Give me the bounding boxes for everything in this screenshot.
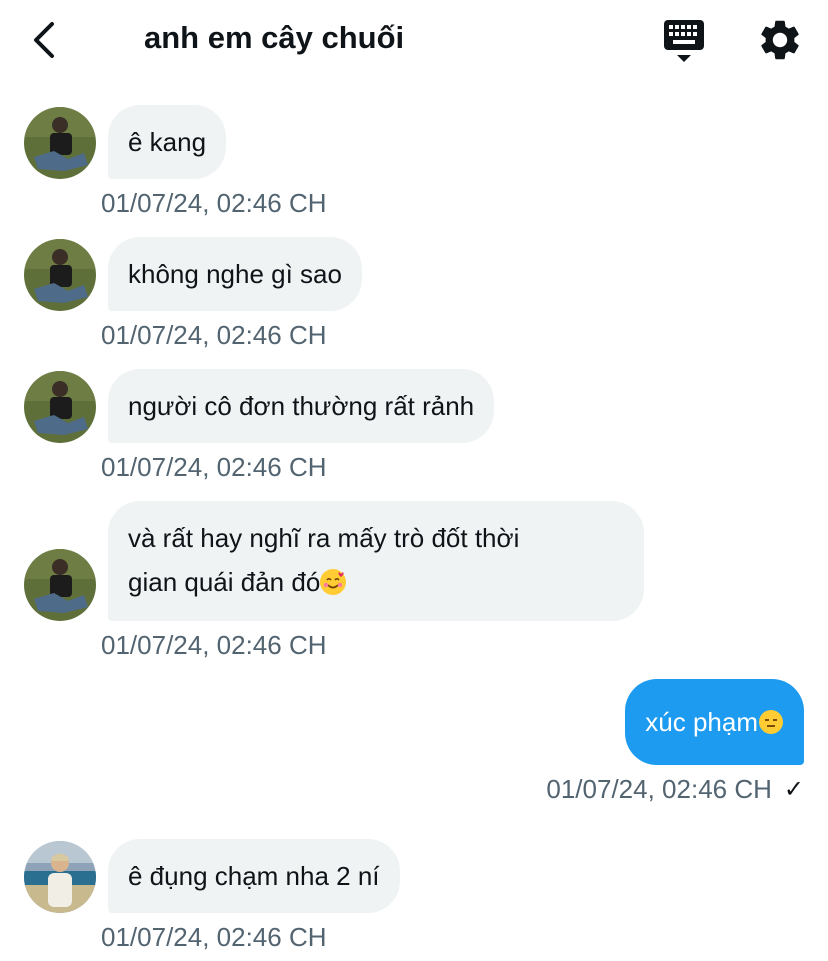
user-avatar-image	[24, 841, 96, 913]
avatar[interactable]	[24, 107, 96, 179]
message-text: xúc phạm	[645, 707, 758, 737]
message-timestamp: 01/07/24, 02:46 CH	[101, 922, 327, 952]
settings-button[interactable]	[756, 16, 804, 64]
user-avatar-image	[24, 371, 96, 443]
user-avatar-image	[24, 549, 96, 621]
message-bubble-outgoing[interactable]: xúc phạm	[625, 679, 804, 765]
avatar[interactable]	[24, 549, 96, 621]
message-bubble[interactable]: ê kang	[108, 105, 227, 179]
message-timestamp: 01/07/24, 02:46 CH	[101, 630, 327, 660]
chevron-left-icon	[34, 22, 54, 58]
message-text-line: và rất hay nghĩ ra mấy trò đốt thời	[128, 523, 520, 553]
message-text: không nghe gì sao	[128, 259, 342, 289]
chat-header: anh em cây chuối	[0, 0, 828, 80]
avatar[interactable]	[24, 371, 96, 443]
keyboard-icon	[664, 20, 704, 62]
message-timestamp-outgoing: 01/07/24, 02:46 CH ✓	[546, 774, 804, 805]
message-text: ê kang	[128, 127, 207, 157]
avatar[interactable]	[24, 841, 96, 913]
message-text: người cô đơn thường rất rảnh	[128, 391, 475, 421]
message-timestamp: 01/07/24, 02:46 CH	[101, 188, 327, 218]
message-bubble[interactable]: không nghe gì sao	[108, 237, 362, 311]
message-text: gian quái đản đó	[128, 567, 321, 597]
avatar[interactable]	[24, 239, 96, 311]
back-button[interactable]	[24, 16, 64, 64]
keyboard-button[interactable]	[660, 18, 708, 64]
message-timestamp: 01/07/24, 02:46 CH	[101, 452, 327, 482]
message-timestamp: 01/07/24, 02:46 CH	[546, 774, 772, 804]
message-timestamp: 01/07/24, 02:46 CH	[101, 320, 327, 350]
message-bubble[interactable]: người cô đơn thường rất rảnh	[108, 369, 495, 443]
sent-check-icon: ✓	[783, 776, 804, 803]
message-bubble[interactable]: ê đụng chạm nha 2 ní	[108, 839, 400, 913]
user-avatar-image	[24, 239, 96, 311]
gear-icon	[761, 20, 799, 60]
message-text: ê đụng chạm nha 2 ní	[128, 861, 380, 891]
message-text-line-with-emoji: gian quái đản đó	[128, 560, 624, 604]
conversation-title[interactable]: anh em cây chuối	[144, 20, 404, 56]
smiling-face-with-hearts-icon	[320, 569, 347, 595]
user-avatar-image	[24, 107, 96, 179]
message-bubble[interactable]: và rất hay nghĩ ra mấy trò đốt thời gian…	[108, 501, 644, 621]
expressionless-face-icon	[758, 709, 784, 735]
